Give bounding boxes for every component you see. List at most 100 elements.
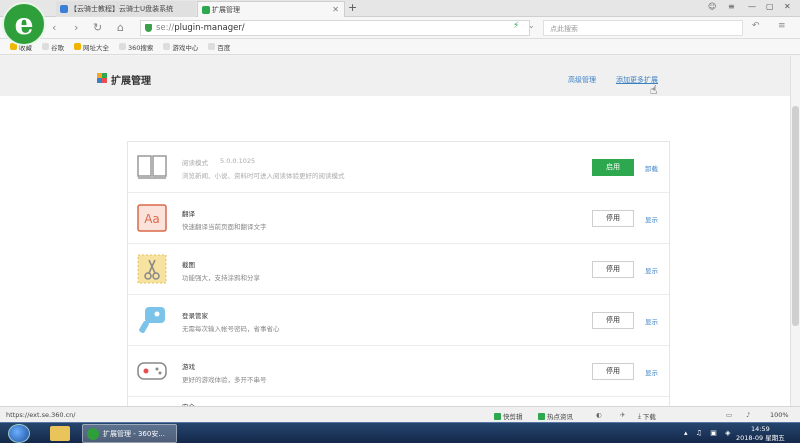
advanced-manage-link[interactable]: 高级管理 — [568, 75, 596, 85]
address-bar[interactable]: se://plugin-manager/ — [140, 20, 530, 36]
status-url: https://ext.se.360.cn/ — [6, 411, 76, 419]
forward-icon[interactable]: › — [74, 21, 78, 34]
tab-label: 【云骑士教程】云骑士U盘装系统 — [70, 5, 174, 13]
close-window-icon[interactable]: ✕ — [784, 2, 791, 11]
windows-taskbar: 扩展管理 - 360安... ▴ ♫ ▣ ◈ 14:59 2018-09 星期五 — [0, 422, 800, 443]
bookmark-item[interactable]: 网址大全 — [74, 42, 109, 52]
tab-close-icon[interactable]: ✕ — [332, 5, 339, 14]
speaker-icon[interactable]: ◐ — [596, 411, 602, 419]
status-bar: https://ext.se.360.cn/ 快剪辑 热点资讯 ◐ ✈ ⤓ 下载 … — [0, 406, 800, 422]
scrollbar[interactable] — [790, 56, 800, 406]
page-icon — [208, 43, 216, 50]
search-input[interactable]: 点此搜索 — [543, 20, 743, 36]
tab-yunqishi[interactable]: 【云骑士教程】云骑士U盘装系统 — [56, 1, 196, 17]
zoom-level[interactable]: 100% — [770, 411, 789, 419]
more-menu-icon[interactable]: ≡ — [778, 21, 786, 31]
extension-name: 翻译 — [182, 210, 195, 218]
pin-icon[interactable]: ✈ — [620, 411, 625, 419]
undo-icon[interactable]: ↶ — [752, 21, 760, 31]
hot-news-button[interactable]: 热点资讯 — [538, 411, 573, 421]
address-url: se://plugin-manager/ — [156, 23, 245, 33]
back-icon[interactable]: ‹ — [52, 21, 56, 34]
enable-button[interactable]: 启用 — [592, 159, 634, 176]
home-icon[interactable]: ⌂ — [117, 21, 124, 34]
hand-cursor-icon: ☝ — [650, 83, 658, 97]
disable-button[interactable]: 停用 — [592, 363, 634, 380]
browser-app-icon — [87, 427, 99, 440]
new-tab-button[interactable]: + — [348, 1, 357, 14]
disable-button[interactable]: 停用 — [592, 261, 634, 278]
page-icon — [42, 43, 49, 50]
extension-name: 截图 — [182, 261, 195, 269]
show-link[interactable]: 显示 — [645, 265, 658, 275]
svg-text:Aa: Aa — [144, 212, 160, 226]
extension-description: 更好的游戏体验，多开不串号 — [182, 376, 267, 384]
show-link[interactable]: 显示 — [645, 214, 658, 224]
extension-row: 游戏 更好的游戏体验，多开不串号 停用 显示 — [128, 346, 669, 397]
scrollbar-thumb[interactable] — [792, 106, 799, 326]
extension-row: 登录管家 无需每次输入帐号密码，省事省心 停用 显示 — [128, 295, 669, 346]
folder-icon[interactable] — [50, 426, 70, 441]
page-header: 扩展管理 高级管理 添加更多扩展 — [0, 56, 790, 96]
extension-row: 阅读模式 5.0.0.1025 浏览新闻、小说、资料时可进入阅读体验更好的阅读模… — [128, 142, 669, 193]
extension-row: 截图 功能强大，支持涂鸦和分享 停用 显示 — [128, 244, 669, 295]
tab-label: 扩展管理 — [212, 5, 240, 14]
system-tray[interactable]: ▴ ♫ ▣ ◈ — [684, 429, 733, 437]
translate-icon: Aa — [137, 204, 167, 232]
key-icon — [139, 307, 165, 333]
maximize-icon[interactable]: ▢ — [766, 2, 774, 11]
taskbar-browser-app[interactable]: 扩展管理 - 360安... — [82, 424, 177, 443]
show-link[interactable]: 显示 — [645, 316, 658, 326]
gamepad-icon — [137, 362, 167, 380]
quick-cut-icon — [494, 412, 501, 420]
refresh-icon[interactable]: ↻ — [93, 21, 102, 34]
page-icon — [163, 43, 171, 50]
tab-favicon-icon — [60, 5, 68, 13]
bookmark-item[interactable]: 百度 — [208, 42, 230, 52]
show-link[interactable]: 显示 — [645, 367, 658, 377]
page-title: 扩展管理 — [111, 76, 151, 87]
quick-cut-button[interactable]: 快剪辑 — [494, 411, 523, 421]
search-engine-dropdown-icon[interactable]: ⌄ — [528, 21, 535, 30]
extension-description: 功能强大，支持涂鸦和分享 — [182, 274, 260, 282]
bookmarks-bar: 收藏 谷歌 网址大全 360搜索 游戏中心 百度 — [0, 39, 800, 55]
window-icon[interactable]: ▭ — [726, 411, 732, 419]
screenshot-scissors-icon — [137, 254, 167, 284]
title-bar: 【云骑士教程】云骑士U盘装系统 扩展管理 ✕ + ☺ ≡ — ▢ ✕ — [0, 0, 800, 17]
bookmark-item[interactable]: 游戏中心 — [163, 42, 198, 52]
extension-description: 快速翻译当前页面和翻译文字 — [182, 223, 267, 231]
disable-button[interactable]: 停用 — [592, 312, 634, 329]
bookmark-item[interactable]: 360搜索 — [119, 42, 153, 52]
extension-row: Aa 翻译 快速翻译当前页面和翻译文字 停用 显示 — [128, 193, 669, 244]
extension-list: 阅读模式 5.0.0.1025 浏览新闻、小说、资料时可进入阅读体验更好的阅读模… — [127, 141, 670, 412]
audio-icon[interactable]: ♪ — [746, 411, 750, 419]
page-icon — [119, 43, 126, 50]
lightning-icon[interactable]: ⚡ — [513, 21, 519, 31]
minimize-icon[interactable]: — — [748, 2, 756, 11]
clock[interactable]: 14:59 2018-09 星期五 — [736, 425, 785, 443]
extension-description: 无需每次输入帐号密码，省事省心 — [182, 325, 280, 333]
tab-plugin-manager[interactable]: 扩展管理 ✕ — [197, 1, 345, 17]
download-icon: ⤓ — [638, 411, 641, 420]
disable-button[interactable]: 停用 — [592, 210, 634, 227]
book-icon — [137, 155, 167, 179]
main-content: 阅读模式 5.0.0.1025 浏览新闻、小说、资料时可进入阅读体验更好的阅读模… — [0, 96, 790, 412]
extension-name: 游戏 — [182, 363, 195, 371]
globe-icon — [74, 43, 81, 50]
extension-version: 5.0.0.1025 — [220, 157, 256, 165]
bookmark-item[interactable]: 谷歌 — [42, 42, 64, 52]
extensions-icon — [97, 73, 107, 83]
security-shield-icon — [145, 24, 152, 32]
skin-icon[interactable]: ☺ — [708, 2, 716, 11]
browser-logo: e — [2, 2, 46, 46]
navigation-bar: ‹ › ↻ ⌂ se://plugin-manager/ ⚡ ⌄ 点此搜索 ↶ … — [0, 17, 800, 39]
download-button[interactable]: ⤓ 下载 — [638, 411, 656, 422]
uninstall-link[interactable]: 卸载 — [645, 163, 658, 173]
extension-description: 浏览新闻、小说、资料时可进入阅读体验更好的阅读模式 — [182, 172, 345, 180]
extension-name: 登录管家 — [182, 312, 208, 320]
menu-icon[interactable]: ≡ — [728, 2, 735, 11]
tab-favicon-icon — [202, 6, 210, 14]
start-button[interactable] — [8, 424, 30, 443]
news-icon — [538, 412, 545, 420]
extension-name: 阅读模式 — [182, 159, 208, 167]
